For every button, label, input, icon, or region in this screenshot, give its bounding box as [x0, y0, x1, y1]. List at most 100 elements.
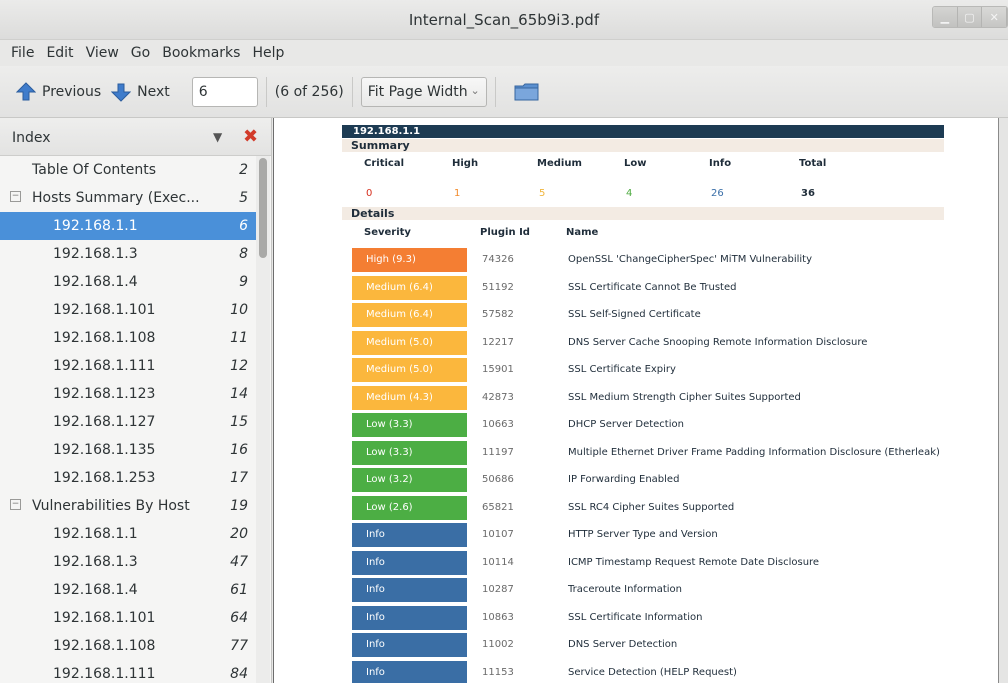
- index-item[interactable]: 192.168.1.1 6: [0, 212, 256, 240]
- index-item[interactable]: 192.168.1.4 9: [0, 268, 256, 296]
- index-item[interactable]: 192.168.1.253 17: [0, 464, 256, 492]
- index-item[interactable]: 192.168.1.111 12: [0, 352, 256, 380]
- severity-badge: Low (3.3): [352, 413, 467, 437]
- vulnerability-name: DNS Server Detection: [568, 639, 678, 650]
- plugin-id: 11153: [482, 666, 514, 678]
- summary-count: 0: [366, 188, 373, 199]
- chevron-down-icon: ⌄: [470, 83, 480, 97]
- vulnerability-name: SSL Certificate Information: [568, 611, 703, 623]
- plugin-id: 10107: [482, 529, 514, 540]
- menu-help[interactable]: Help: [252, 45, 284, 61]
- chevron-down-icon[interactable]: ▼: [213, 130, 222, 144]
- close-button[interactable]: ✕: [982, 7, 1007, 27]
- severity-badge: Info: [352, 578, 467, 602]
- index-item-label: 192.168.1.4: [53, 274, 138, 290]
- index-tree: Table Of Contents 2− Hosts Summary (Exec..…: [0, 156, 256, 683]
- severity-badge: Info: [352, 660, 467, 683]
- sidebar-header: Index ▼ ✖: [0, 118, 271, 156]
- collapse-icon[interactable]: −: [10, 191, 21, 202]
- index-item-label: 192.168.1.101: [53, 610, 156, 626]
- index-item-page: 77: [230, 638, 248, 654]
- zoom-select[interactable]: Fit Page Width ⌄: [360, 76, 487, 107]
- index-item-label: 192.168.1.3: [53, 554, 138, 570]
- severity-badge: Info: [352, 523, 467, 547]
- index-item[interactable]: 192.168.1.108 11: [0, 324, 256, 352]
- index-item[interactable]: 192.168.1.108 77: [0, 632, 256, 660]
- toolbar-separator: [265, 76, 267, 107]
- index-item[interactable]: − Vulnerabilities By Host 19: [0, 492, 256, 520]
- index-item-page: 12: [230, 358, 248, 374]
- index-item[interactable]: Table Of Contents 2: [0, 156, 256, 184]
- index-item[interactable]: 192.168.1.1 20: [0, 520, 256, 548]
- document-view: 192.168.1.1 Summary Details Critical 0 Hig…: [273, 118, 1008, 683]
- vulnerability-name: OpenSSL 'ChangeCipherSpec' MiTM Vulnerab…: [568, 254, 813, 265]
- sidebar-scrollbar[interactable]: [256, 156, 270, 683]
- index-item-label: 192.168.1.111: [53, 666, 156, 682]
- maximize-button[interactable]: ▢: [957, 7, 983, 27]
- scrollbar-thumb[interactable]: [259, 158, 267, 258]
- plugin-id: 74326: [482, 254, 514, 265]
- summary-count: 26: [711, 188, 724, 199]
- menu-edit[interactable]: Edit: [46, 45, 73, 61]
- plugin-id: 10114: [482, 556, 514, 568]
- index-item[interactable]: 192.168.1.127 15: [0, 408, 256, 436]
- page-number-input[interactable]: 6: [191, 76, 258, 107]
- index-item[interactable]: 192.168.1.101 64: [0, 604, 256, 632]
- index-sidebar: Index ▼ ✖ Table Of Contents 2− Hosts Summa…: [0, 118, 272, 683]
- previous-label: Previous: [42, 83, 102, 100]
- vulnerability-name: SSL Certificate Cannot Be Trusted: [568, 281, 737, 293]
- folder-icon[interactable]: [514, 82, 540, 102]
- vulnerability-name: SSL RC4 Cipher Suites Supported: [568, 501, 735, 513]
- index-item-page: 61: [230, 582, 248, 598]
- index-item[interactable]: − Hosts Summary (Exec... 5: [0, 184, 256, 212]
- vulnerability-name: SSL Self-Signed Certificate: [568, 309, 701, 320]
- document-scrollbar[interactable]: [998, 118, 1008, 683]
- severity-badge: Info: [352, 633, 467, 657]
- severity-badge: Low (3.2): [352, 468, 467, 492]
- index-item[interactable]: 192.168.1.3 8: [0, 240, 256, 268]
- vulnerability-name: SSL Certificate Expiry: [568, 364, 676, 375]
- plugin-id: 11197: [482, 446, 514, 458]
- vulnerability-row: Info 10863 SSL Certificate Information: [352, 605, 932, 630]
- vulnerability-name: HTTP Server Type and Version: [568, 529, 718, 540]
- menu-view[interactable]: View: [86, 45, 119, 61]
- menu-go[interactable]: Go: [131, 45, 150, 61]
- plugin-id: 10287: [482, 584, 514, 595]
- index-item[interactable]: 192.168.1.3 47: [0, 548, 256, 576]
- vulnerability-row: Info 10287 Traceroute Information: [352, 578, 932, 602]
- index-item-label: 192.168.1.111: [53, 358, 156, 374]
- close-icon[interactable]: ✖: [243, 126, 258, 147]
- index-item-page: 10: [230, 302, 248, 318]
- index-item[interactable]: 192.168.1.101 10: [0, 296, 256, 324]
- vulnerability-row: Info 10107 HTTP Server Type and Version: [352, 523, 932, 547]
- plugin-id: 10663: [482, 419, 514, 430]
- plugin-id: 12217: [482, 336, 514, 348]
- title-bar: Internal_Scan_65b9i3.pdf ▁ ▢ ✕: [0, 0, 1008, 40]
- sidebar-title[interactable]: Index: [12, 130, 51, 146]
- summary-header: Summary: [342, 139, 944, 152]
- collapse-icon[interactable]: −: [10, 499, 21, 510]
- vulnerability-row: Low (3.3) 10663 DHCP Server Detection: [352, 413, 932, 437]
- index-item-page: 2: [239, 162, 248, 178]
- index-item[interactable]: 192.168.1.4 61: [0, 576, 256, 604]
- index-item-label: 192.168.1.108: [53, 330, 156, 346]
- plugin-id: 42873: [482, 391, 514, 403]
- index-item[interactable]: 192.168.1.123 14: [0, 380, 256, 408]
- index-item-label: 192.168.1.4: [53, 582, 138, 598]
- index-item-page: 84: [230, 666, 248, 682]
- page-count-label: (6 of 256): [274, 83, 344, 100]
- severity-badge: Low (3.3): [352, 440, 467, 465]
- next-button[interactable]: Next: [111, 82, 170, 102]
- minimize-button[interactable]: ▁: [933, 7, 958, 27]
- index-item[interactable]: 192.168.1.135 16: [0, 436, 256, 464]
- menu-file[interactable]: File: [11, 45, 34, 61]
- previous-button[interactable]: Previous: [16, 81, 102, 102]
- menu-bookmarks[interactable]: Bookmarks: [162, 45, 240, 61]
- summary-column-header: Medium: [537, 158, 582, 169]
- index-item[interactable]: 192.168.1.111 84: [0, 660, 256, 683]
- vulnerability-name: Service Detection (HELP Request): [568, 666, 737, 678]
- index-item-page: 11: [230, 330, 248, 346]
- index-item-label: Vulnerabilities By Host: [32, 498, 190, 514]
- summary-count: 5: [539, 188, 546, 199]
- index-item-page: 47: [230, 554, 248, 570]
